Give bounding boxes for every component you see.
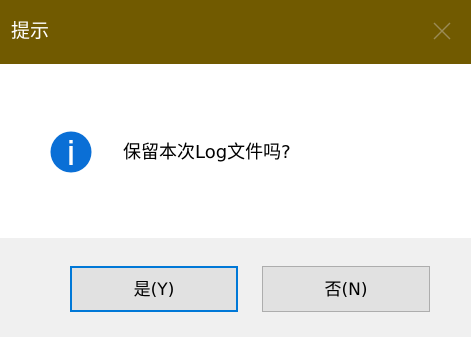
close-button[interactable] (411, 0, 471, 64)
dialog-title: 提示 (11, 20, 50, 42)
dialog-content: 保留本次Log文件吗? (0, 64, 471, 238)
button-bar: 是(Y) 否(N) (0, 238, 471, 337)
no-button[interactable]: 否(N) (262, 266, 430, 312)
message-dialog: 提示 保留本次Log文件吗? 是(Y) 否(N) (0, 0, 471, 337)
message-text: 保留本次Log文件吗? (123, 142, 291, 163)
yes-button[interactable]: 是(Y) (70, 266, 238, 312)
info-icon (50, 131, 92, 173)
title-bar[interactable]: 提示 (0, 0, 471, 64)
close-icon (433, 22, 451, 40)
